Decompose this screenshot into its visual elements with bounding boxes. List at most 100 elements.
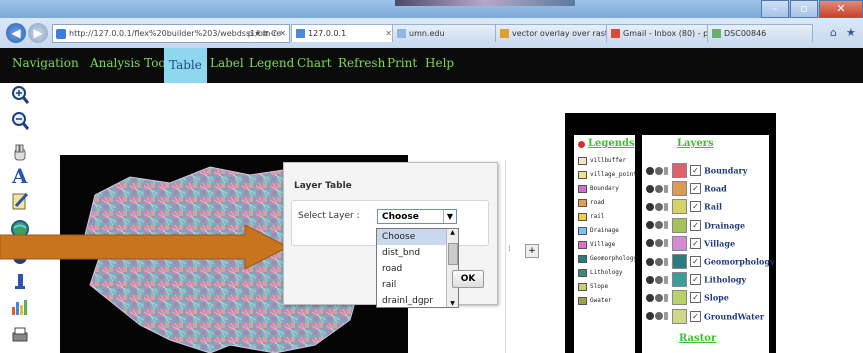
layer-visibility-checkbox[interactable]: ✓ <box>690 165 701 176</box>
tab-close-icon[interactable]: ✕ <box>385 25 392 42</box>
back-button[interactable]: ◀ <box>6 23 26 43</box>
print-icon[interactable] <box>10 325 30 345</box>
scroll-thumb[interactable] <box>448 243 458 265</box>
layer-visibility-checkbox[interactable]: ✓ <box>690 183 701 195</box>
opacity-icon[interactable] <box>655 239 663 248</box>
legend-label: village_point <box>590 171 637 178</box>
menu-table[interactable]: Table <box>164 48 207 83</box>
dropdown-option-road[interactable]: road <box>377 261 446 277</box>
menu-navigation[interactable]: Navigation <box>12 56 79 70</box>
favorites-icon[interactable]: ★ <box>846 26 858 39</box>
legend-swatch <box>578 282 587 291</box>
legend-item: Lithology <box>578 267 623 279</box>
dropdown-option-rail[interactable]: rail <box>377 277 446 293</box>
layer-visibility-checkbox[interactable]: ✓ <box>690 292 701 304</box>
info-icon[interactable] <box>646 202 654 211</box>
dropdown-option-drainl-dgpr[interactable]: drainl_dgpr <box>377 293 446 307</box>
dropdown-option-choose[interactable]: Choose <box>377 229 446 245</box>
menu-legend[interactable]: Legend <box>249 56 294 70</box>
menu-analysis-tools[interactable]: Analysis Tools <box>90 56 176 70</box>
layer-color-swatch <box>672 272 687 288</box>
forward-button[interactable]: ▶ <box>28 23 48 43</box>
order-handle-icon[interactable] <box>664 239 668 248</box>
scroll-up-icon[interactable]: ▲ <box>447 229 458 236</box>
layer-visibility-checkbox[interactable]: ✓ <box>690 274 701 286</box>
opacity-icon[interactable] <box>655 257 663 266</box>
image-icon <box>712 29 721 38</box>
maximize-button[interactable]: ▫ <box>790 0 818 18</box>
opacity-icon[interactable] <box>655 166 663 175</box>
opacity-icon[interactable] <box>655 275 663 284</box>
address-bar[interactable]: http://127.0.0.1/flex%20builder%203/webd… <box>52 24 290 43</box>
expand-panel-button[interactable]: + <box>525 244 539 258</box>
layer-visibility-checkbox[interactable]: ✓ <box>690 219 701 231</box>
close-window-button[interactable]: ✕ <box>819 0 863 18</box>
order-handle-icon[interactable] <box>664 312 668 321</box>
layer-visibility-checkbox[interactable]: ✓ <box>690 310 701 322</box>
splitter-grip-icon[interactable]: ⁞ <box>508 244 511 253</box>
menu-print[interactable]: Print <box>387 56 417 70</box>
measure-icon[interactable] <box>10 271 30 291</box>
tab-dsc[interactable]: DSC00846 <box>707 24 813 42</box>
layer-color-swatch <box>672 254 687 269</box>
layer-visibility-checkbox[interactable]: ✓ <box>690 256 701 267</box>
edit-icon[interactable] <box>10 191 30 211</box>
opacity-icon[interactable] <box>655 312 663 321</box>
layer-visibility-checkbox[interactable]: ✓ <box>690 201 701 213</box>
info-icon[interactable] <box>646 293 654 302</box>
info-icon[interactable] <box>646 166 654 175</box>
order-handle-icon[interactable] <box>664 202 668 211</box>
tab-local[interactable]: 127.0.0.1 ✕ <box>291 24 397 42</box>
opacity-icon[interactable] <box>655 221 663 230</box>
info-icon[interactable] <box>646 275 654 284</box>
order-handle-icon[interactable] <box>664 166 668 175</box>
panel-splitter[interactable] <box>505 160 506 353</box>
pan-hand-icon[interactable] <box>10 143 30 163</box>
tab-umn[interactable]: umn.edu <box>392 24 500 42</box>
opacity-icon[interactable] <box>655 184 663 193</box>
legend-label: Village <box>590 241 616 248</box>
zoom-in-icon[interactable] <box>10 85 30 105</box>
minimize-button[interactable]: – <box>761 0 789 18</box>
bar-chart-icon[interactable] <box>10 297 30 317</box>
svg-text:A: A <box>11 165 28 185</box>
legend-swatch <box>578 184 587 193</box>
zoom-out-icon[interactable] <box>10 111 30 131</box>
layer-select[interactable]: Choose ▼ <box>377 209 457 224</box>
layer-visibility-checkbox[interactable]: ✓ <box>690 237 701 249</box>
ok-button[interactable]: OK <box>452 270 484 288</box>
order-handle-icon[interactable] <box>664 221 668 230</box>
opacity-icon[interactable] <box>655 293 663 302</box>
layer-name: Slope <box>704 292 729 303</box>
layer-name: GroundWater <box>704 311 765 322</box>
info-icon[interactable] <box>646 239 654 248</box>
order-handle-icon[interactable] <box>664 257 668 266</box>
opacity-icon[interactable] <box>655 202 663 211</box>
order-handle-icon[interactable] <box>664 184 668 193</box>
order-handle-icon[interactable] <box>664 275 668 284</box>
info-icon[interactable] <box>646 221 654 230</box>
layer-name: Lithology <box>704 274 747 285</box>
dropdown-scrollbar[interactable]: ▲ ▼ <box>446 229 458 307</box>
layer-color-swatch <box>672 163 687 178</box>
layer-name: Boundary <box>704 165 748 176</box>
text-icon[interactable]: A <box>10 165 30 185</box>
home-icon[interactable]: ⌂ <box>830 26 842 39</box>
info-icon[interactable] <box>646 184 654 193</box>
info-icon[interactable] <box>646 257 654 266</box>
scroll-down-icon[interactable]: ▼ <box>447 300 458 307</box>
layer-row: ✓ Village <box>646 235 735 251</box>
menu-help[interactable]: Help <box>425 56 454 70</box>
menu-label[interactable]: Label <box>210 56 244 70</box>
map-toolbar: A <box>10 85 32 345</box>
info-icon[interactable] <box>646 312 654 321</box>
menu-refresh[interactable]: Refresh <box>338 56 385 70</box>
tab-label: DSC00846 <box>724 29 767 38</box>
tab-vector-overlay[interactable]: vector overlay over raster ... <box>495 24 611 42</box>
order-handle-icon[interactable] <box>664 293 668 302</box>
dropdown-option-dist-bnd[interactable]: dist_bnd <box>377 245 446 261</box>
tab-gmail[interactable]: Gmail - Inbox (80) - pratib... <box>606 24 712 42</box>
chevron-down-icon[interactable]: ▼ <box>443 210 456 223</box>
legend-item: Slope <box>578 281 608 293</box>
menu-chart[interactable]: Chart <box>297 56 332 70</box>
